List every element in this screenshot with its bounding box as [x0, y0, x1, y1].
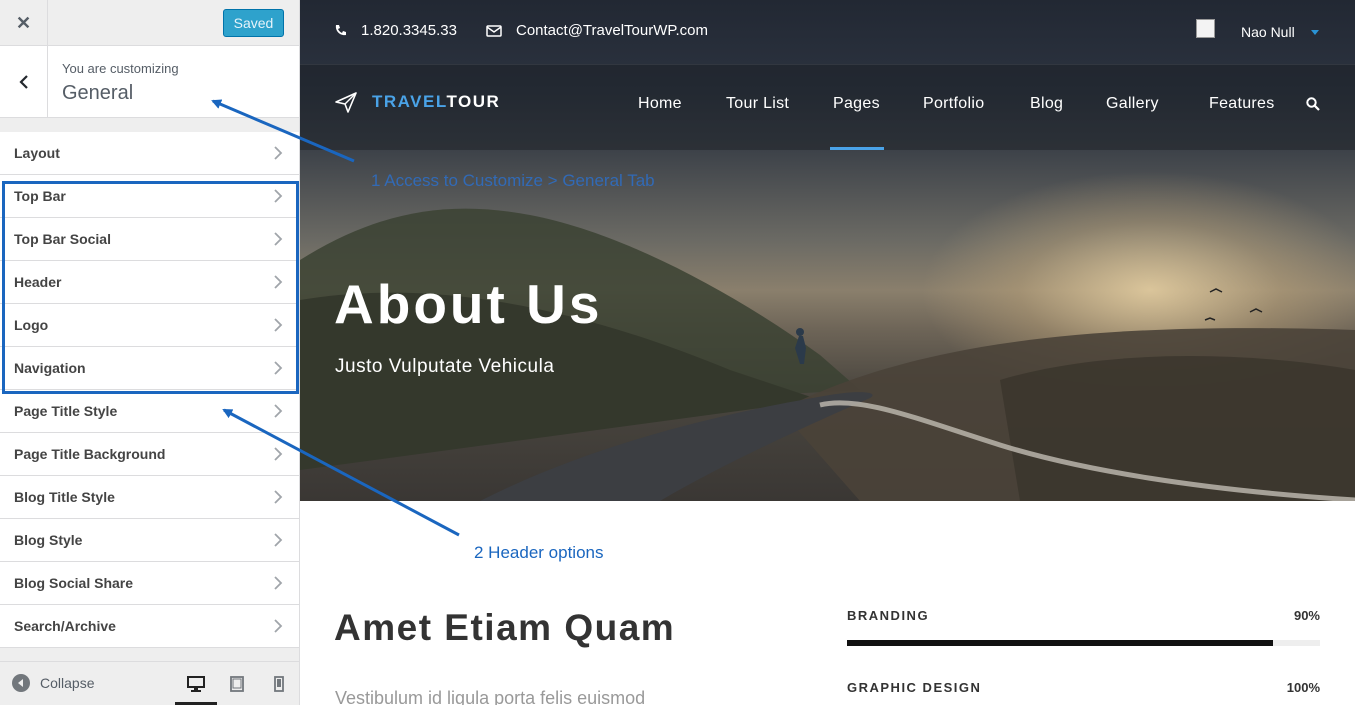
- annotation-note-2: 2 Header options: [474, 543, 604, 562]
- screenshot-root: ✕ Saved You are customizing General Layo…: [0, 0, 1355, 705]
- annotation-arrows: [211, 99, 460, 537]
- annotation-arrow-2: [222, 408, 460, 537]
- annotation-arrow-1: [211, 99, 355, 163]
- annotation-note-1: 1 Access to Customize > General Tab: [371, 171, 655, 190]
